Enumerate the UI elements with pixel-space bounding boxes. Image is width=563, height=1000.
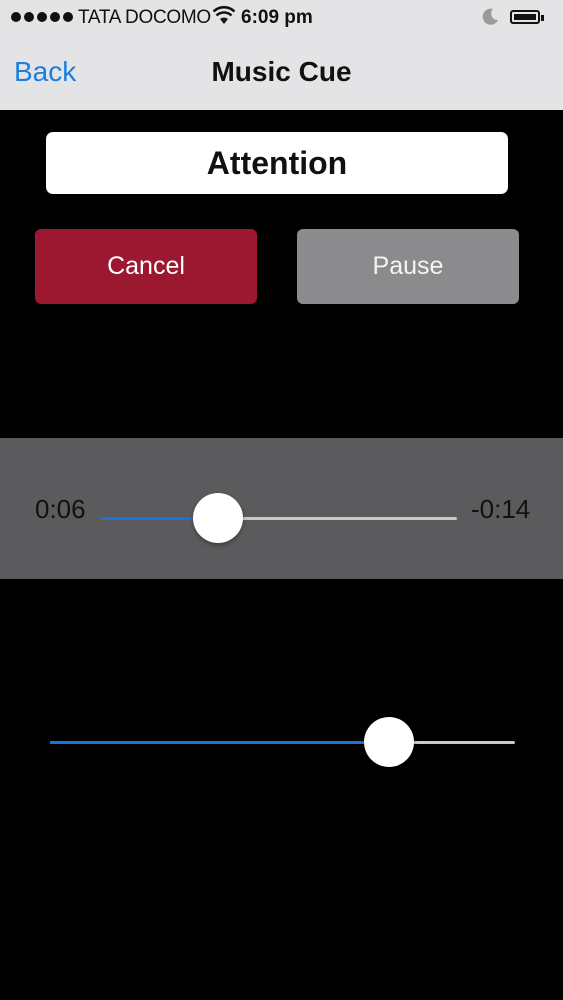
remaining-time: -0:14 bbox=[471, 494, 531, 524]
signal-dots-icon bbox=[11, 12, 73, 22]
carrier-name: TATA DOCOMO bbox=[78, 7, 211, 28]
playback-panel: 0:06 -0:14 bbox=[0, 438, 563, 579]
cancel-button[interactable]: Cancel bbox=[35, 229, 257, 304]
cue-name-label: Attention bbox=[46, 132, 508, 194]
progress-slider-thumb[interactable] bbox=[193, 493, 244, 543]
volume-slider-thumb[interactable] bbox=[364, 717, 415, 767]
moon-icon bbox=[482, 8, 498, 25]
pause-button[interactable]: Pause bbox=[297, 229, 519, 304]
volume-slider-fill bbox=[50, 741, 390, 744]
navigation-bar: Back Music Cue bbox=[0, 36, 563, 110]
progress-slider-track[interactable] bbox=[101, 517, 457, 520]
status-bar: TATA DOCOMO 6:09 pm bbox=[0, 0, 563, 36]
status-time: 6:09 pm bbox=[241, 7, 313, 28]
battery-icon bbox=[510, 10, 544, 24]
header-area: TATA DOCOMO 6:09 pm Back Music Cue bbox=[0, 0, 563, 110]
wifi-icon bbox=[213, 6, 235, 24]
elapsed-time: 0:06 bbox=[35, 494, 86, 524]
volume-slider-track[interactable] bbox=[50, 741, 515, 744]
page-title: Music Cue bbox=[211, 56, 352, 87]
